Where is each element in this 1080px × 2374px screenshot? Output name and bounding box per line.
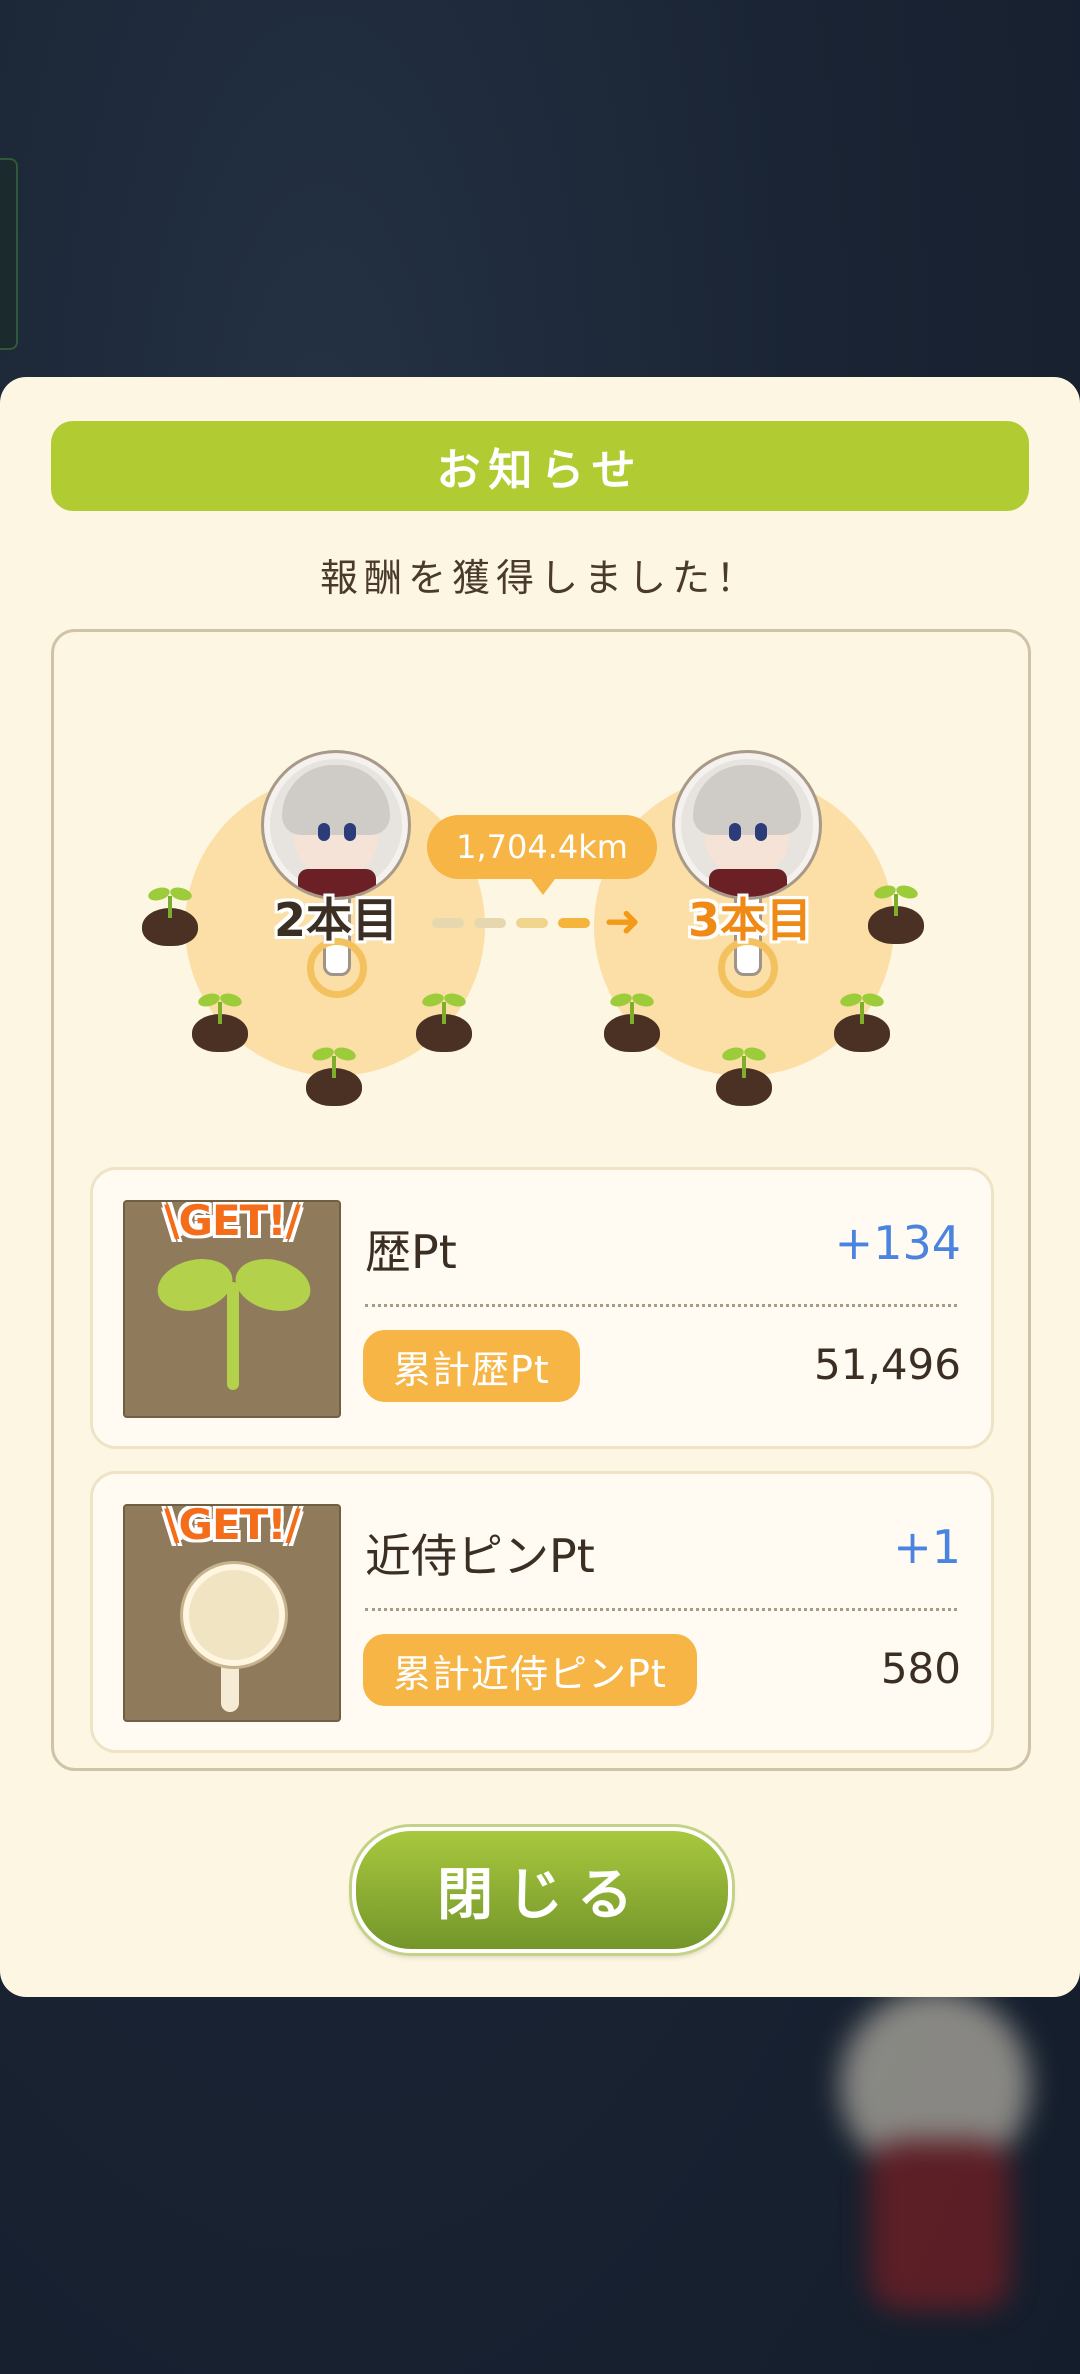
reward-card-pin: \GET!/ 近侍ピンPt +1 累計近侍ピンPt 580 [90, 1471, 994, 1753]
pin-marker-to [672, 750, 822, 998]
close-button[interactable]: 閉じる [352, 1827, 732, 1953]
total-label-pill: 累計近侍ピンPt [363, 1634, 697, 1706]
sprout-icon: \GET!/ [123, 1200, 341, 1418]
distance-bubble: 1,704.4km [427, 815, 657, 895]
sprout-icon [306, 1044, 362, 1106]
side-tab[interactable] [0, 158, 18, 350]
sprout-icon [604, 990, 660, 1052]
pin-label-from: 2本目 [274, 893, 399, 947]
pin-progress: 2本目 3本目 ➜ 1,704.4km [54, 632, 1028, 1152]
reward-gain: +1 [893, 1520, 961, 1574]
arrow-right-icon: ➜ [604, 896, 641, 947]
background-character [820, 1990, 1050, 2320]
total-value: 580 [880, 1644, 961, 1693]
divider [365, 1608, 957, 1611]
sprout-icon [192, 990, 248, 1052]
reward-message: 報酬を獲得しました！ [319, 556, 760, 600]
progress-dash [474, 918, 506, 928]
dialog-title: お知らせ [51, 421, 1029, 511]
sprout-icon [868, 882, 924, 944]
sprout-icon [416, 990, 472, 1052]
reward-name: 歴Pt [365, 1225, 457, 1279]
progress-dash [516, 918, 548, 928]
sprout-icon [142, 884, 198, 946]
sprout-icon [834, 990, 890, 1052]
progress-dash [432, 918, 464, 928]
total-label-pill: 累計歴Pt [363, 1330, 580, 1402]
reward-card-reki: \GET!/ 歴Pt +134 累計歴Pt 51,496 [90, 1167, 994, 1449]
divider [365, 1304, 957, 1307]
reward-gain: +134 [834, 1216, 961, 1270]
pin-marker-from [261, 750, 411, 998]
sprout-icon [716, 1044, 772, 1106]
total-value: 51,496 [814, 1340, 961, 1389]
reward-dialog: お知らせ 報酬を獲得しました！ 2本目 3本目 ➜ 1,704.4km \GET… [0, 377, 1080, 1997]
get-badge: \GET!/ [164, 1200, 301, 1245]
reward-name: 近侍ピンPt [365, 1529, 595, 1583]
reward-content-box: 2本目 3本目 ➜ 1,704.4km \GET!/ 歴Pt +134 累計歴P… [51, 629, 1031, 1771]
get-badge: \GET!/ [164, 1504, 301, 1549]
magnifier-pin-icon: \GET!/ [123, 1504, 341, 1722]
progress-dash [558, 918, 590, 928]
pin-label-to: 3本目 [688, 893, 813, 947]
